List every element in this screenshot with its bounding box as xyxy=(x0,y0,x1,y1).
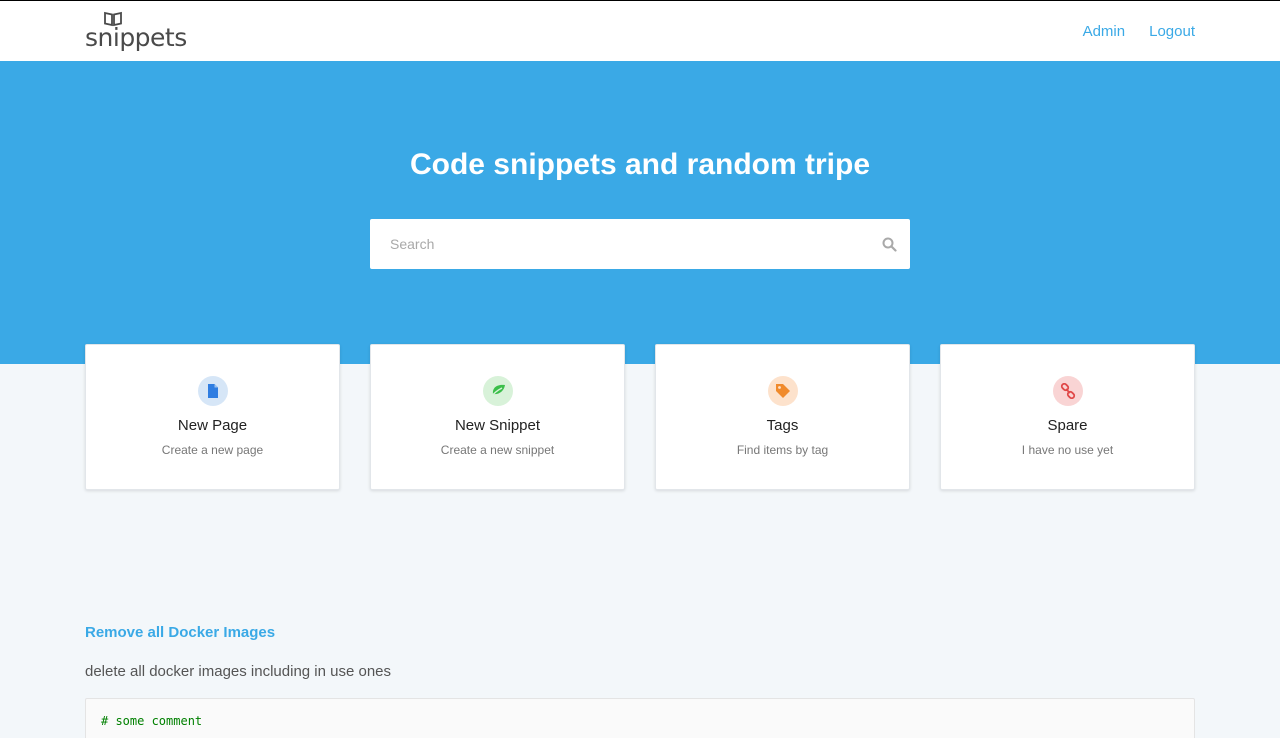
file-icon xyxy=(208,384,218,398)
link-icon xyxy=(1060,383,1076,399)
card-subtitle: Find items by tag xyxy=(736,443,829,457)
leaf-icon xyxy=(490,384,505,398)
card-icon-circle xyxy=(483,376,513,406)
card-new-snippet[interactable]: New Snippet Create a new snippet xyxy=(370,344,625,490)
nav-logout-link[interactable]: Logout xyxy=(1149,22,1195,42)
card-subtitle: I have no use yet xyxy=(1021,443,1114,457)
card-tags[interactable]: Tags Find items by tag xyxy=(655,344,910,490)
card-title: Spare xyxy=(1047,417,1088,434)
post-title-link[interactable]: Remove all Docker Images xyxy=(85,624,275,642)
snippets-logo[interactable]: snippets xyxy=(85,11,187,53)
top-nav: Admin Logout xyxy=(1083,22,1195,42)
top-navbar: snippets Admin Logout xyxy=(0,1,1280,61)
card-title: New Page xyxy=(177,417,248,434)
post-description: delete all docker images including in us… xyxy=(85,663,392,680)
code-block: # some comment xyxy=(85,698,1195,738)
card-subtitle: Create a new snippet xyxy=(440,443,555,457)
search-icon[interactable] xyxy=(882,237,897,252)
card-subtitle: Create a new page xyxy=(161,443,264,457)
code-comment-line: # some comment xyxy=(101,714,203,728)
card-new-page[interactable]: New Page Create a new page xyxy=(85,344,340,490)
card-title: New Snippet xyxy=(454,417,541,434)
card-icon-circle xyxy=(768,376,798,406)
search-box xyxy=(370,219,910,269)
nav-admin-link[interactable]: Admin xyxy=(1083,22,1126,42)
card-spare[interactable]: Spare I have no use yet xyxy=(940,344,1195,490)
tag-icon xyxy=(776,384,790,398)
card-title: Tags xyxy=(766,417,799,434)
hero-banner: Code snippets and random tripe xyxy=(0,61,1280,364)
hero-title: Code snippets and random tripe xyxy=(409,148,871,181)
card-icon-circle xyxy=(198,376,228,406)
logo-text: snippets xyxy=(85,23,187,52)
search-input[interactable] xyxy=(370,219,870,269)
card-icon-circle xyxy=(1053,376,1083,406)
